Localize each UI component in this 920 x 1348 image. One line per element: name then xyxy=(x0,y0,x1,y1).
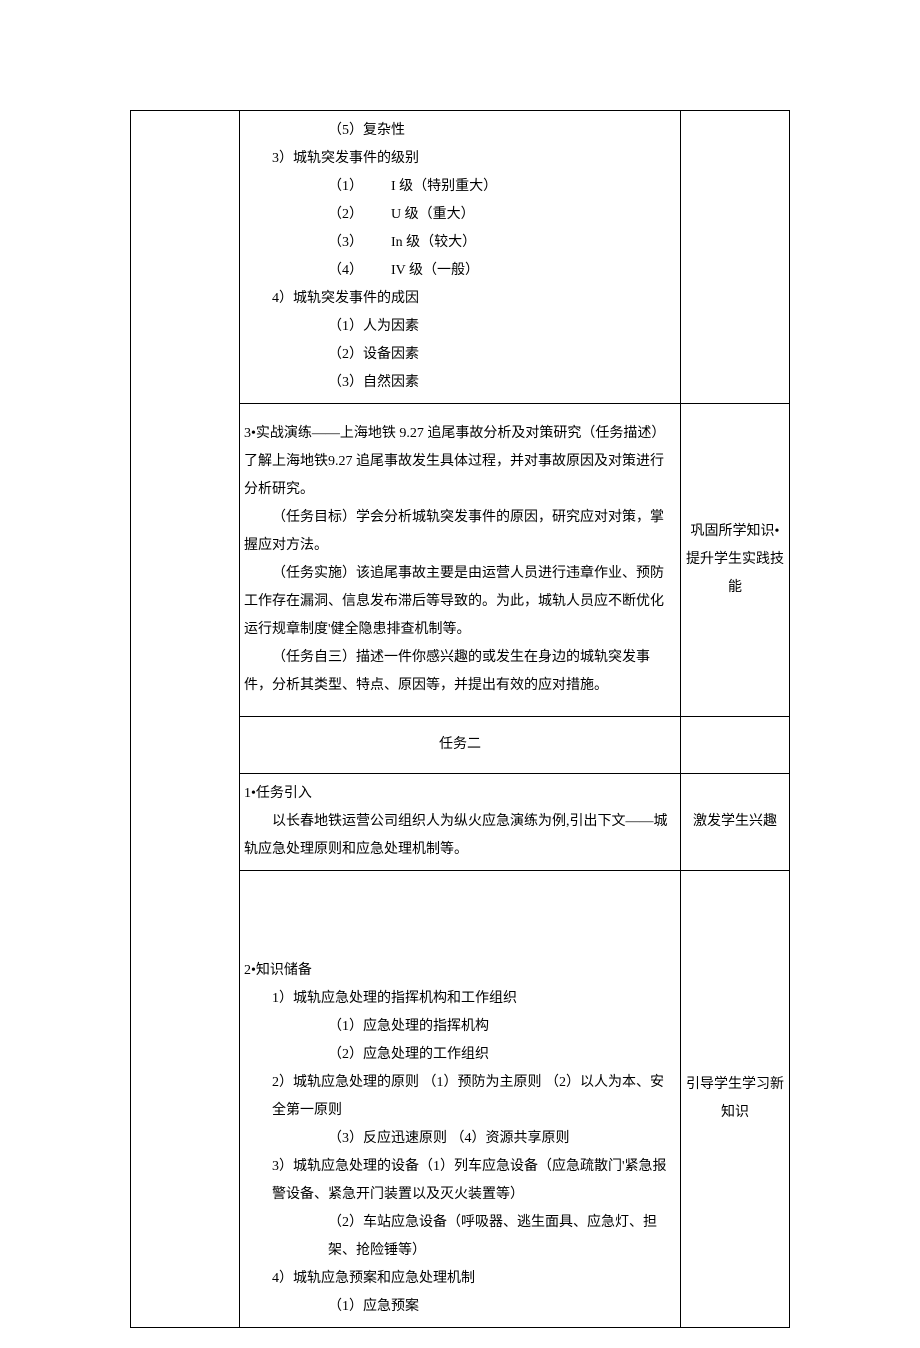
content-cell-4: 2•知识储备 1）城轨应急处理的指挥机构和工作组织 （1）应急处理的指挥机构 （… xyxy=(240,871,681,1328)
right-note-4: 引导学生学习新知识 xyxy=(681,871,790,1328)
practice-p3: （任务实施）该追尾事故主要是由运营人员进行违章作业、预防工作存在漏洞、信息发布滞… xyxy=(244,560,676,644)
k-h4: 4）城轨应急预案和应急处理机制 xyxy=(244,1265,676,1293)
practice-p1: 3•实战演练——上海地铁 9.27 追尾事故分析及对策研究（任务描述）了解上海地… xyxy=(244,420,676,504)
level-4-text: IV 级（一般） xyxy=(391,263,479,278)
k-h3b: （2）车站应急设备（呼吸器、逃生面具、应急灯、担架、抢险锤等） xyxy=(244,1209,676,1265)
knowledge-title: 2•知识储备 xyxy=(244,957,676,985)
level-4-num: （4） xyxy=(328,263,363,278)
k-h2b: （3）反应迅速原则 （4）资源共享原则 xyxy=(244,1125,676,1153)
level-3-row: （3） In 级（较大） xyxy=(244,229,676,257)
content-cell-1: （5）复杂性 3）城轨突发事件的级别 （1） I 级（特别重大） （2） U 级… xyxy=(240,111,681,404)
practice-p4: （任务自三）描述一件你感兴趣的或发生在身边的城轨突发事件，分析其类型、特点、原因… xyxy=(244,644,676,700)
level-1-row: （1） I 级（特别重大） xyxy=(244,173,676,201)
task-intro-title: 1•任务引入 xyxy=(244,780,676,808)
k-h3: 3）城轨应急处理的设备（1）列车应急设备（应急疏散门'紧急报警设备、紧急开门装置… xyxy=(244,1153,676,1209)
level-1-text: I 级（特别重大） xyxy=(391,179,497,194)
document-table: （5）复杂性 3）城轨突发事件的级别 （1） I 级（特别重大） （2） U 级… xyxy=(130,110,790,1328)
level-3-text: In 级（较大） xyxy=(391,235,476,250)
k-h1a: （1）应急处理的指挥机构 xyxy=(244,1013,676,1041)
cause-3: （3）自然因素 xyxy=(244,369,676,397)
cause-2: （2）设备因素 xyxy=(244,341,676,369)
level-2-num: （2） xyxy=(328,207,363,222)
level-4-row: （4） IV 级（一般） xyxy=(244,257,676,285)
heading-causes: 4）城轨突发事件的成因 xyxy=(244,285,676,313)
task-intro-body: 以长春地铁运营公司组织人为纵火应急演练为例,引出下文——城轨应急处理原则和应急处… xyxy=(244,808,676,864)
right-note-3: 激发学生兴趣 xyxy=(681,774,790,871)
k-h1b: （2）应急处理的工作组织 xyxy=(244,1041,676,1069)
level-3-num: （3） xyxy=(328,235,363,250)
task2-header: 任务二 xyxy=(240,717,681,774)
level-2-row: （2） U 级（重大） xyxy=(244,201,676,229)
k-h1: 1）城轨应急处理的指挥机构和工作组织 xyxy=(244,985,676,1013)
level-1-num: （1） xyxy=(328,179,363,194)
level-2-text: U 级（重大） xyxy=(391,207,475,222)
practice-p2: （任务目标）学会分析城轨突发事件的原因，研究应对对策，掌握应对方法。 xyxy=(244,504,676,560)
heading-levels: 3）城轨突发事件的级别 xyxy=(244,145,676,173)
content-cell-3: 1•任务引入 以长春地铁运营公司组织人为纵火应急演练为例,引出下文——城轨应急处… xyxy=(240,774,681,871)
right-empty-1 xyxy=(681,111,790,404)
k-h4a: （1）应急预案 xyxy=(244,1293,676,1321)
item-complexity: （5）复杂性 xyxy=(244,117,676,145)
content-cell-2: 3•实战演练——上海地铁 9.27 追尾事故分析及对策研究（任务描述）了解上海地… xyxy=(240,404,681,717)
right-empty-task2 xyxy=(681,717,790,774)
cause-1: （1）人为因素 xyxy=(244,313,676,341)
k-h2: 2）城轨应急处理的原则 （1）预防为主原则 （2）以人为本、安全第一原则 xyxy=(244,1069,676,1125)
right-note-2: 巩固所学知识•提升学生实践技能 xyxy=(681,404,790,717)
left-empty-column xyxy=(131,111,240,1328)
